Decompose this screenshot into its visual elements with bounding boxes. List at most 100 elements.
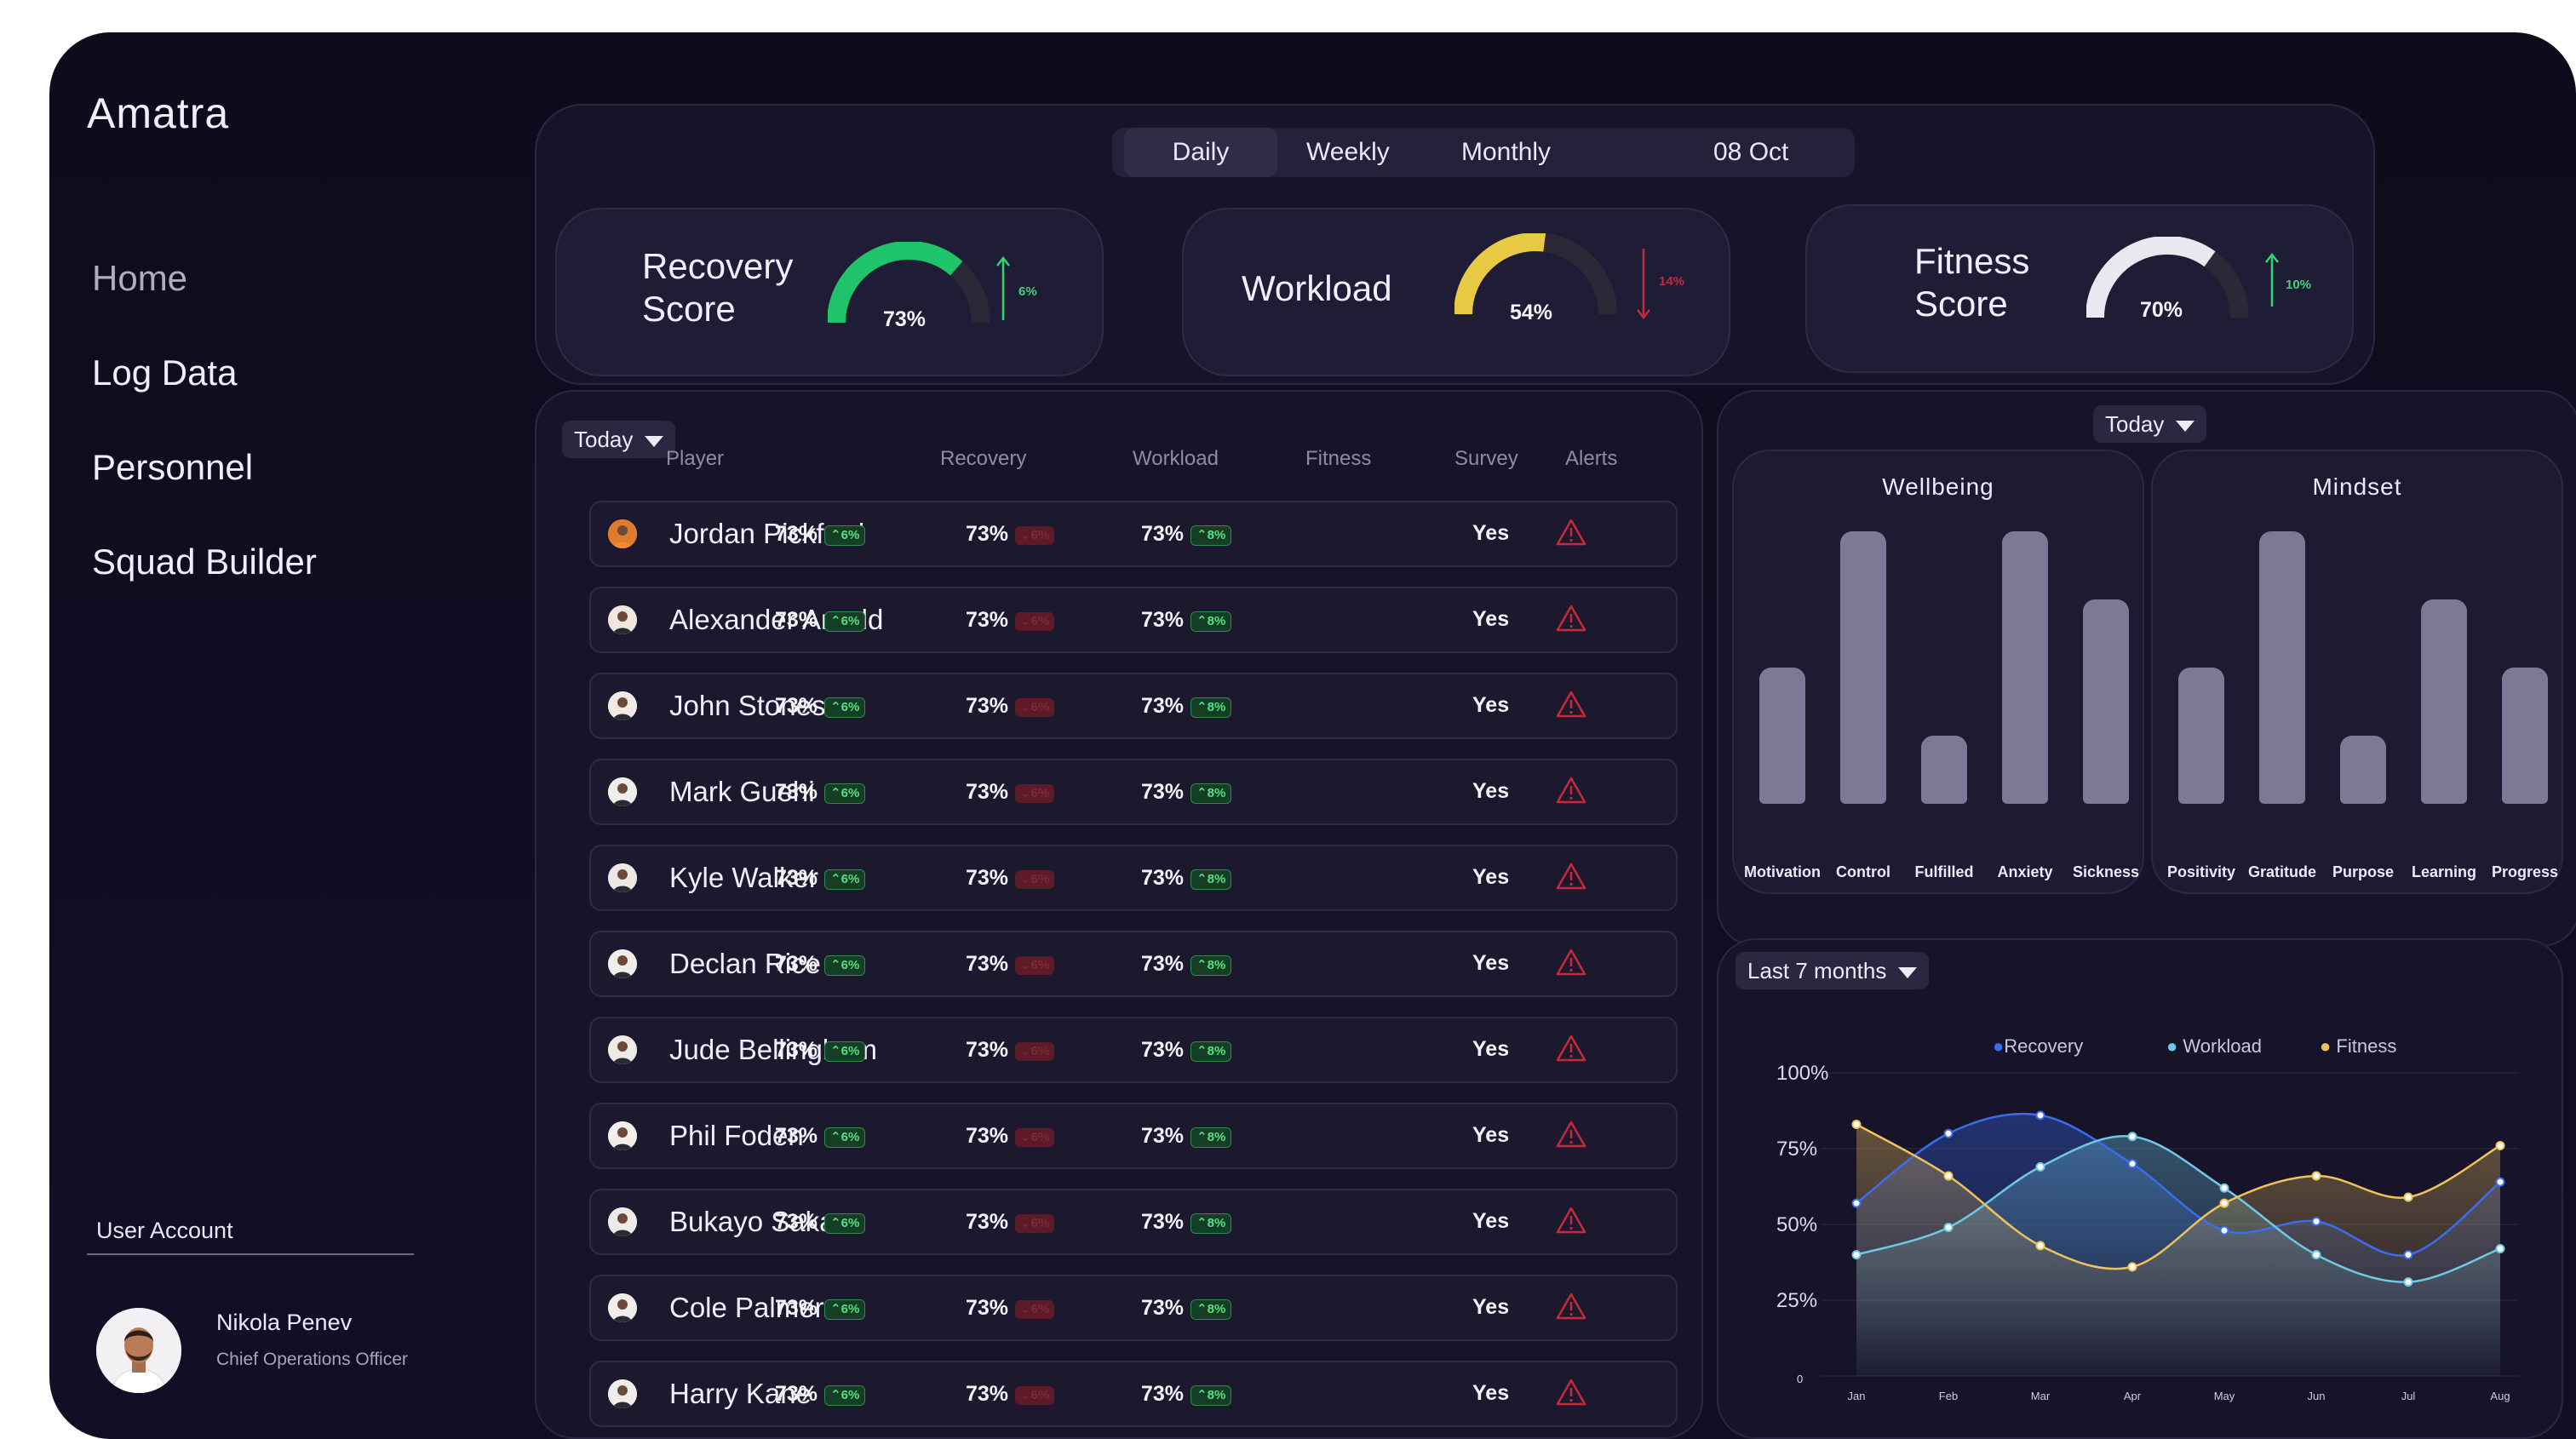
recovery-delta-badge: ⌃6% — [824, 697, 866, 718]
workload-value: 73% — [966, 952, 1009, 976]
alert-triangle-icon[interactable] — [1556, 1206, 1586, 1235]
delta-value: 8% — [1207, 614, 1226, 628]
survey-value: Yes — [1472, 951, 1510, 975]
delta-value: 6% — [840, 1388, 860, 1402]
workload-value: 73% — [966, 1382, 1009, 1406]
metric-title: Recovery Score — [642, 245, 793, 330]
sidebar-item-home[interactable]: Home — [92, 259, 317, 298]
player-avatar — [608, 777, 637, 806]
fitness-cell: 73% ⌃8% — [1141, 608, 1232, 633]
alert-triangle-icon[interactable] — [1556, 690, 1586, 719]
bar-learning — [2421, 599, 2467, 804]
alert-triangle-icon[interactable] — [1556, 1378, 1586, 1407]
header-alerts: Alerts — [1565, 447, 1618, 470]
alert-triangle-icon[interactable] — [1556, 776, 1586, 805]
workload-value: 73% — [966, 608, 1009, 632]
point-recovery — [2311, 1216, 2321, 1226]
delta-value: 6% — [1030, 1216, 1050, 1230]
workload-delta-badge: ⌄6% — [1015, 784, 1055, 803]
bar-label: Purpose — [2332, 863, 2395, 880]
delta-value: 6% — [840, 614, 860, 628]
table-row[interactable]: Declan Rice 73% ⌃6% 73% ⌄6% 73% ⌃8% Yes — [589, 931, 1678, 997]
workload-cell: 73% ⌄6% — [966, 780, 1055, 805]
player-avatar — [608, 863, 637, 892]
user-avatar[interactable] — [96, 1308, 181, 1393]
recovery-cell: 73% ⌃6% — [775, 522, 866, 547]
fitness-delta-badge: ⌃8% — [1190, 955, 1232, 976]
table-filter-dropdown[interactable]: Today — [562, 421, 676, 458]
table-row[interactable]: John Stones 73% ⌃6% 73% ⌄6% 73% ⌃8% Yes — [589, 673, 1678, 739]
sidebar-item-log-data[interactable]: Log Data — [92, 353, 317, 393]
recovery-value: 73% — [775, 522, 818, 546]
tab-daily[interactable]: Daily — [1124, 128, 1277, 177]
sidebar-item-squad-builder[interactable]: Squad Builder — [92, 542, 317, 582]
recovery-delta-badge: ⌃6% — [824, 525, 866, 546]
player-avatar — [608, 519, 637, 548]
sidebar-item-personnel[interactable]: Personnel — [92, 448, 317, 487]
workload-delta-badge: ⌄6% — [1015, 1128, 1055, 1147]
table-row[interactable]: Jude Bellingham 73% ⌃6% 73% ⌄6% 73% ⌃8% Yes — [589, 1017, 1678, 1083]
bar-control — [1840, 531, 1886, 804]
table-row[interactable]: Jordan Pickford 73% ⌃6% 73% ⌄6% 73% ⌃8% Yes — [589, 501, 1678, 567]
player-avatar — [608, 1035, 637, 1064]
recovery-value: 73% — [883, 307, 927, 331]
alert-triangle-icon[interactable] — [1556, 604, 1586, 633]
workload-delta-badge: ⌄6% — [1015, 698, 1055, 717]
point-workload — [2219, 1183, 2229, 1193]
table-row[interactable]: Mark Guehi 73% ⌃6% 73% ⌄6% 73% ⌃8% Yes — [589, 759, 1678, 825]
delta-value: 6% — [1030, 958, 1050, 972]
workload-cell: 73% ⌄6% — [966, 1038, 1055, 1063]
alert-triangle-icon[interactable] — [1556, 1292, 1586, 1321]
survey-value: Yes — [1472, 865, 1510, 889]
y-tick-label: 25% — [1776, 1289, 1817, 1312]
survey-value: Yes — [1472, 1381, 1510, 1405]
alert-triangle-icon[interactable] — [1556, 518, 1586, 547]
table-row[interactable]: Kyle Walker 73% ⌃6% 73% ⌄6% 73% ⌃8% Yes — [589, 845, 1678, 911]
bar-progress — [2502, 668, 2548, 804]
delta-value: 6% — [1030, 528, 1050, 542]
recovery-cell: 73% ⌃6% — [775, 952, 866, 977]
delta-value: 6% — [1030, 872, 1050, 886]
alert-triangle-icon[interactable] — [1556, 1120, 1586, 1149]
fitness-value: 73% — [1141, 952, 1185, 976]
fitness-cell: 73% ⌃8% — [1141, 1210, 1232, 1235]
tab-monthly[interactable]: Monthly — [1461, 128, 1551, 177]
date-selector[interactable]: 08 Oct — [1713, 128, 1788, 177]
alert-triangle-icon[interactable] — [1556, 948, 1586, 977]
table-row[interactable]: Alexander Arnold 73% ⌃6% 73% ⌄6% 73% ⌃8% Ye… — [589, 587, 1678, 653]
point-fitness — [2495, 1140, 2505, 1150]
fitness-cell: 73% ⌃8% — [1141, 1038, 1232, 1063]
delta-value: 6% — [840, 1130, 860, 1144]
player-avatar — [608, 1121, 637, 1150]
metric-title-line1: Fitness — [1914, 241, 2030, 281]
tab-weekly[interactable]: Weekly — [1306, 128, 1390, 177]
table-row[interactable]: Bukayo Saka 73% ⌃6% 73% ⌄6% 73% ⌃8% Yes — [589, 1189, 1678, 1255]
table-row[interactable]: Cole Palmer 73% ⌃6% 73% ⌄6% 73% ⌃8% Yes — [589, 1275, 1678, 1341]
delta-value: 8% — [1207, 528, 1226, 542]
chart-title: Wellbeing — [1882, 473, 1994, 500]
metric-title-line1: Recovery — [642, 246, 794, 286]
arrow-down-icon — [1637, 249, 1650, 320]
table-row[interactable]: Harry Kane 73% ⌃6% 73% ⌄6% 73% ⌃8% Yes — [589, 1361, 1678, 1427]
workload-cell: 73% ⌄6% — [966, 1382, 1055, 1407]
user-name: Nikola Penev — [216, 1310, 353, 1335]
bar-purpose — [2340, 736, 2386, 804]
recovery-delta-badge: ⌃6% — [824, 1127, 866, 1148]
player-avatar — [608, 1379, 637, 1408]
x-tick-label: May — [2214, 1390, 2235, 1402]
alert-triangle-icon[interactable] — [1556, 1034, 1586, 1063]
point-recovery — [2127, 1159, 2137, 1169]
fitness-value: 73% — [1141, 780, 1185, 804]
workload-cell: 73% ⌄6% — [966, 952, 1055, 977]
table-row[interactable]: Phil Foden 73% ⌃6% 73% ⌄6% 73% ⌃8% Yes — [589, 1103, 1678, 1169]
survey-value: Yes — [1472, 607, 1510, 631]
divider — [87, 1253, 414, 1255]
y-tick-label: 75% — [1776, 1138, 1817, 1161]
workload-value: 73% — [966, 780, 1009, 804]
fitness-cell: 73% ⌃8% — [1141, 866, 1232, 891]
survey-filter-dropdown[interactable]: Today — [2093, 405, 2207, 443]
alert-triangle-icon[interactable] — [1556, 862, 1586, 891]
bar-fulfilled — [1921, 736, 1967, 804]
recovery-cell: 73% ⌃6% — [775, 1382, 866, 1407]
x-tick-label: Jan — [1848, 1390, 1866, 1402]
